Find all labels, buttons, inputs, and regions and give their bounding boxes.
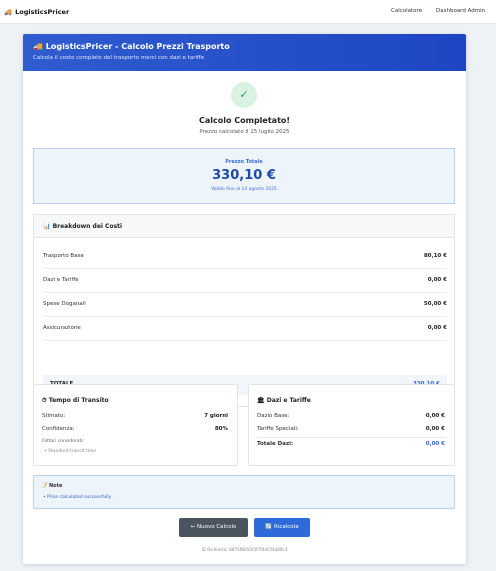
breakdown-header: 📊 Breakdown dei Costi: [34, 215, 454, 238]
transit-factors-label: Fattori considerati:: [42, 439, 85, 444]
nav-link-dashboard-admin[interactable]: Dashboard Admin: [436, 8, 485, 14]
new-calculation-button[interactable]: ← Nuovo Calcolo: [179, 518, 248, 537]
breakdown-row-value: 0,00 €: [427, 277, 447, 283]
duties-panel: 🏛 Dazi e Tariffe Dazio Base: 0,00 € Tari…: [248, 384, 455, 466]
breakdown-row-label: Trasporto Base: [43, 253, 84, 259]
card-header: 🚚 LogisticsPricer - Calcolo Prezzi Trasp…: [23, 34, 466, 71]
nav-link-calcolatore[interactable]: Calcolatore: [391, 8, 422, 14]
brand-logo[interactable]: 🚚 LogisticsPricer: [4, 8, 69, 16]
completion-title: Calcolo Completato!: [198, 116, 291, 125]
transit-time-panel: ⏱ Tempo di Transito Stimato: 7 giorni Co…: [33, 384, 238, 466]
transit-confidence-label: Confidenza:: [42, 426, 75, 432]
request-id: ID Richiesta: 8875f8650f3f7f4dc54a69c3: [201, 547, 288, 552]
clock-icon: ⏱: [42, 397, 47, 404]
breakdown-row-label: Spese Doganali: [43, 301, 86, 307]
card-subtitle: Calcola il costo completo del trasporto …: [33, 55, 205, 61]
top-navbar: 🚚 LogisticsPricer Calcolatore Dashboard A…: [0, 0, 496, 24]
breakdown-row-label: Dazi e Tariffe: [43, 277, 79, 283]
cost-breakdown-panel: 📊 Breakdown dei Costi Trasporto Base 80,…: [33, 214, 455, 407]
transit-estimated-label: Stimato:: [42, 413, 66, 419]
breakdown-title: Breakdown dei Costi: [52, 223, 123, 230]
bank-icon: 🏛: [257, 397, 265, 404]
breakdown-row-dazi: Dazi e Tariffe 0,00 €: [43, 269, 447, 293]
total-price-box: Prezzo Totale 330,10 € Valido fino al 14…: [33, 148, 455, 204]
truck-icon: 🚚: [4, 8, 13, 16]
notes-title: Note: [48, 483, 63, 489]
breakdown-row-label: Assicurazione: [43, 325, 81, 331]
breakdown-row-assicurazione: Assicurazione 0,00 €: [43, 317, 447, 341]
transit-estimated-value: 7 giorni: [204, 413, 228, 419]
duties-special-value: 0,00 €: [425, 426, 445, 432]
total-price-label: Prezzo Totale: [225, 159, 263, 165]
brand-name: LogisticsPricer: [15, 8, 70, 16]
notes-panel: 📝 Note • Price calculated successfully: [33, 475, 455, 509]
duties-total-value: 0,00 €: [425, 441, 445, 447]
refresh-icon: 🔄: [265, 524, 273, 530]
breakdown-row-spese-doganali: Spese Doganali 50,00 €: [43, 293, 447, 317]
transit-factor-item: • Standard transit time: [44, 449, 97, 454]
price-validity: Valido fino al 14 agosto 2025: [211, 187, 277, 192]
total-price-value: 330,10 €: [212, 168, 276, 183]
duties-special-label: Tariffe Speciali:: [257, 426, 299, 432]
recalculate-button[interactable]: 🔄 Ricalcola: [254, 518, 310, 537]
duties-base-label: Dazio Base:: [257, 413, 290, 419]
check-icon: ✓: [231, 82, 257, 108]
card-title: 🚚 LogisticsPricer - Calcolo Prezzi Trasp…: [33, 42, 230, 51]
completion-subtitle: Prezzo calcolato il 15 luglio 2025: [199, 129, 290, 135]
breakdown-row-value: 80,10 €: [423, 253, 447, 259]
duties-divider: [257, 437, 446, 438]
duties-title: Dazi e Tariffe: [266, 397, 311, 404]
bar-chart-icon: 📊: [43, 223, 51, 230]
duties-base-value: 0,00 €: [425, 413, 445, 419]
note-item: • Price calculated successfully: [43, 495, 112, 500]
result-card: 🚚 LogisticsPricer - Calcolo Prezzi Trasp…: [23, 34, 466, 564]
pencil-icon: 📝: [41, 483, 48, 489]
transit-title: Tempo di Transito: [48, 397, 109, 404]
truck-icon: 🚚: [33, 42, 43, 51]
breakdown-row-trasporto: Trasporto Base 80,10 €: [43, 245, 447, 269]
breakdown-row-value: 0,00 €: [427, 325, 447, 331]
breakdown-row-value: 50,00 €: [423, 301, 447, 307]
duties-total-label: Totale Dazi:: [257, 441, 294, 447]
transit-confidence-value: 80%: [214, 426, 228, 432]
